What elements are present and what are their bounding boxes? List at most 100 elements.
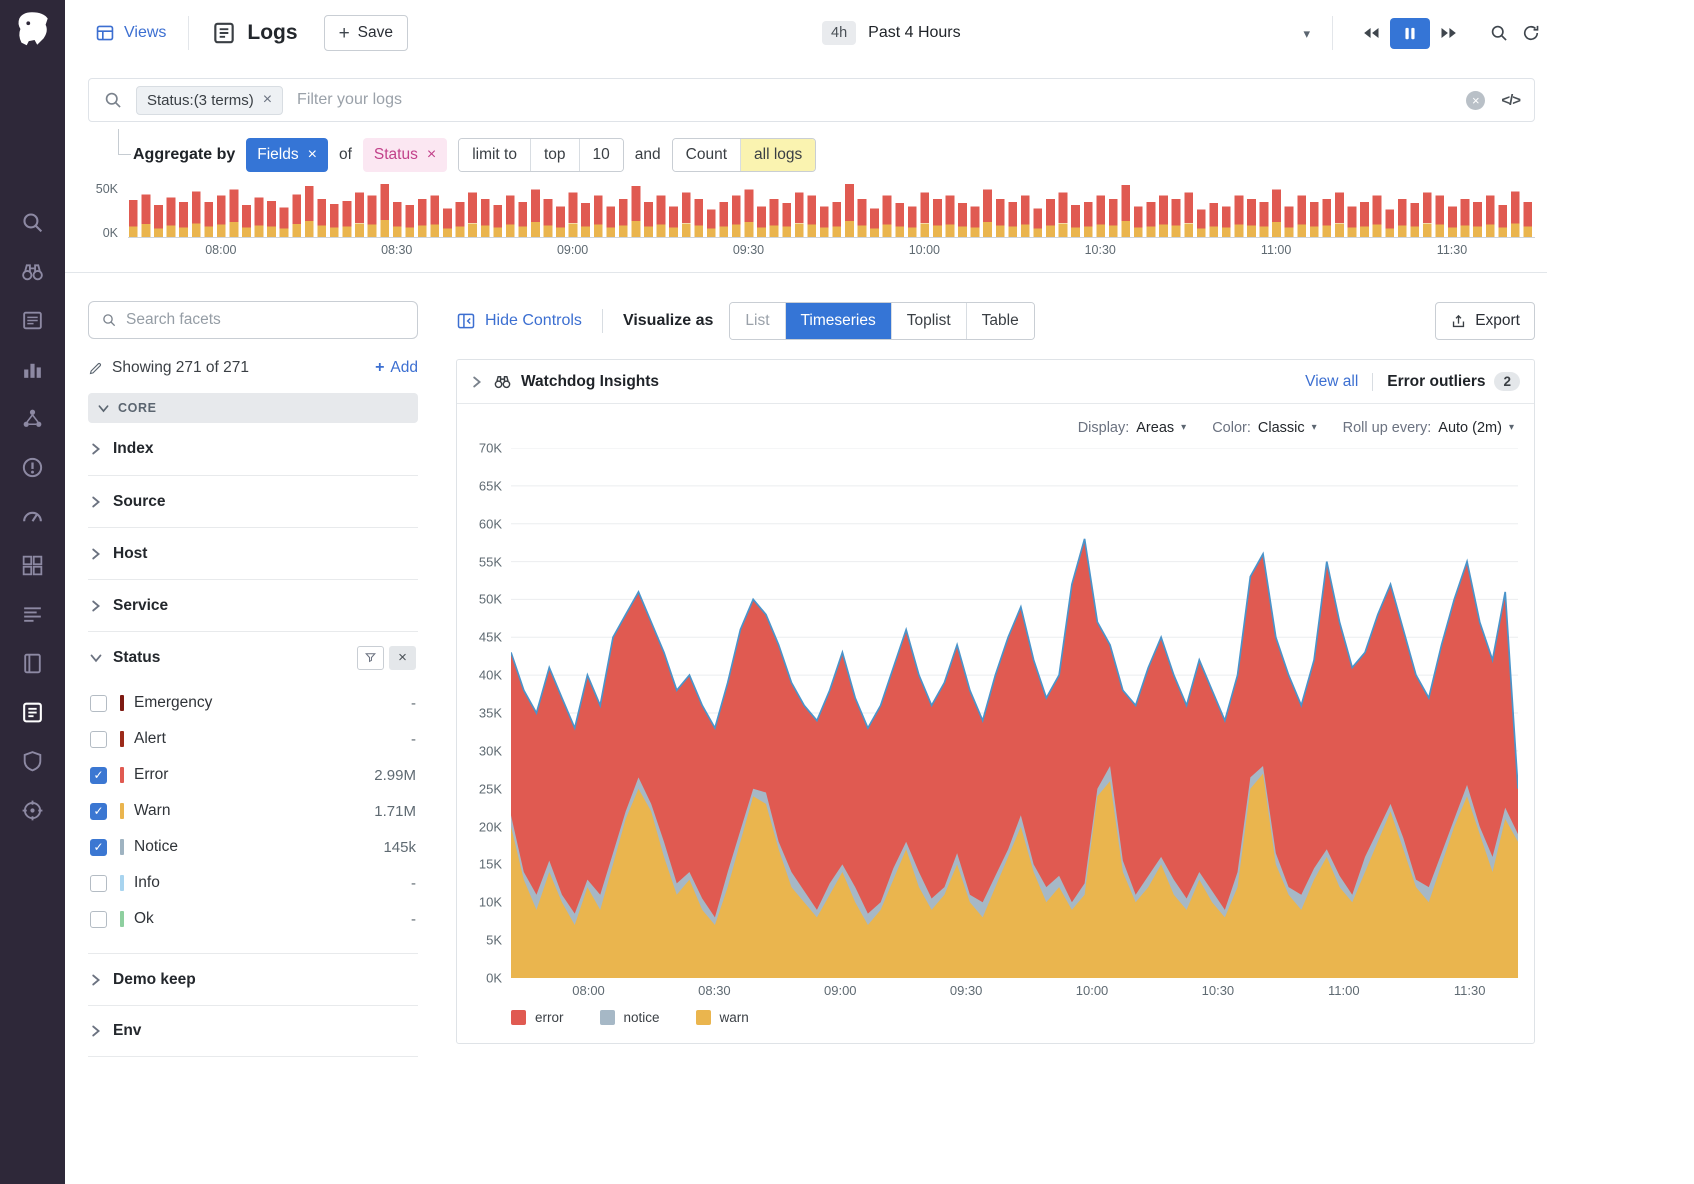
facet-group-index[interactable]: Index <box>88 423 418 475</box>
app: Views Logs + Save 4h Past 4 Hours ▾ <box>0 0 1694 1184</box>
search-filter-pill[interactable]: Status:(3 terms) × <box>136 86 283 115</box>
remove-fields-icon[interactable]: × <box>308 147 317 163</box>
watchdog-insights-bar[interactable]: Watchdog Insights View all Error outlier… <box>457 360 1534 404</box>
plus-icon: + <box>375 359 384 377</box>
sidebar-watchdog-button[interactable] <box>20 259 45 284</box>
facet-search-input[interactable] <box>126 311 405 329</box>
sidebar-service-map-button[interactable] <box>20 406 45 431</box>
facet-group-status[interactable]: Status × <box>88 631 418 683</box>
facet-value-info[interactable]: Info- <box>90 865 416 901</box>
sidebar-metrics-button[interactable] <box>20 357 45 382</box>
facet-clear-button[interactable]: × <box>389 646 416 670</box>
histogram-plot[interactable] <box>128 184 1535 238</box>
sidebar-log-stream-button[interactable] <box>20 308 45 333</box>
remove-facet-icon[interactable]: × <box>427 147 436 163</box>
sidebar-notebooks-button[interactable] <box>20 651 45 676</box>
sidebar-security-button[interactable] <box>20 749 45 774</box>
viz-option-list[interactable]: List <box>730 303 784 339</box>
facet-group-env[interactable]: Env <box>88 1005 418 1057</box>
global-nav-sidebar <box>0 0 65 1184</box>
facet-value-notice[interactable]: ✓Notice145k <box>90 829 416 865</box>
sidebar-logs-button[interactable] <box>20 700 45 725</box>
facet-value-error[interactable]: ✓Error2.99M <box>90 757 416 793</box>
log-volume-histogram: 50K 0K 08:0008:3009:0009:3010:0010:3011:… <box>88 184 1535 258</box>
core-section-header[interactable]: CORE <box>88 393 418 423</box>
count-select[interactable]: Count <box>673 139 740 171</box>
zoom-button[interactable] <box>1483 19 1515 47</box>
scope-select[interactable]: all logs <box>740 139 815 171</box>
view-all-link[interactable]: View all <box>1305 373 1358 391</box>
status-label: Error <box>134 766 168 784</box>
refresh-button[interactable] <box>1515 19 1547 47</box>
pencil-icon[interactable] <box>88 361 103 376</box>
hide-controls-button[interactable]: Hide Controls <box>456 311 582 331</box>
search-input[interactable] <box>297 91 1466 109</box>
facet-group-host[interactable]: Host <box>88 527 418 579</box>
pause-button[interactable] <box>1390 18 1430 49</box>
status-color-bar <box>120 875 124 891</box>
code-view-toggle[interactable]: </> <box>1501 92 1520 109</box>
viz-option-toplist[interactable]: Toplist <box>891 303 966 339</box>
aggregate-fields-button[interactable]: Fields × <box>246 138 328 172</box>
facet-group-service[interactable]: Service <box>88 579 418 631</box>
checkbox-alert[interactable] <box>90 731 107 748</box>
sidebar-search-button[interactable] <box>20 210 45 235</box>
facet-group-label: Service <box>113 597 168 615</box>
facet-filter-button[interactable] <box>357 646 384 670</box>
checkbox-error[interactable]: ✓ <box>90 767 107 784</box>
legend-error[interactable]: error <box>511 1010 564 1025</box>
top-select[interactable]: top <box>530 139 579 171</box>
datadog-logo-icon[interactable] <box>12 8 54 50</box>
rollup-select[interactable]: Auto (2m) <box>1438 420 1502 436</box>
sidebar-live-tail-button[interactable] <box>20 602 45 627</box>
time-range-picker[interactable]: 4h Past 4 Hours ▾ <box>822 21 1310 45</box>
facet-count-text: Showing 271 of 271 <box>112 359 249 377</box>
facet-group-source[interactable]: Source <box>88 475 418 527</box>
sidebar-error-tracking-button[interactable] <box>20 455 45 480</box>
facet-value-emergency[interactable]: Emergency- <box>90 685 416 721</box>
facet-search[interactable] <box>88 301 418 339</box>
display-select[interactable]: Areas <box>1136 420 1174 436</box>
sidebar-dashboards-button[interactable] <box>20 504 45 529</box>
facet-group-demo-keep[interactable]: Demo keep <box>88 953 418 1005</box>
add-facet-button[interactable]: + Add <box>375 359 418 377</box>
limit-to-label[interactable]: limit to <box>459 139 530 171</box>
color-select[interactable]: Classic <box>1258 420 1305 436</box>
viz-option-table[interactable]: Table <box>966 303 1034 339</box>
status-count: 145k <box>383 839 416 856</box>
top-count-select[interactable]: 10 <box>579 139 623 171</box>
chart-x-tick: 10:00 <box>1076 983 1109 998</box>
main-area: Views Logs + Save 4h Past 4 Hours ▾ <box>65 0 1547 1184</box>
sidebar-profiling-button[interactable] <box>20 798 45 823</box>
clear-search-icon[interactable]: × <box>1466 91 1485 110</box>
facet-group-label: Env <box>113 1022 141 1040</box>
views-button[interactable]: Views <box>95 23 166 43</box>
chart-plot-area[interactable] <box>511 448 1518 978</box>
fields-label: Fields <box>257 146 298 164</box>
rewind-button[interactable] <box>1355 19 1387 47</box>
checkbox-notice[interactable]: ✓ <box>90 839 107 856</box>
facet-value-ok[interactable]: Ok- <box>90 901 416 937</box>
fast-forward-button[interactable] <box>1433 19 1465 47</box>
save-button[interactable]: + Save <box>324 15 408 51</box>
status-label: Warn <box>134 802 170 820</box>
hide-controls-label: Hide Controls <box>485 312 582 330</box>
sidebar-ci-pipelines-button[interactable] <box>20 553 45 578</box>
chart-y-label: 65K <box>479 478 502 493</box>
facet-pill-status[interactable]: Status × <box>363 138 447 172</box>
legend-warn[interactable]: warn <box>696 1010 749 1025</box>
error-outliers-label[interactable]: Error outliers <box>1387 373 1485 391</box>
checkbox-warn[interactable]: ✓ <box>90 803 107 820</box>
checkbox-emergency[interactable] <box>90 695 107 712</box>
status-label: Alert <box>134 730 166 748</box>
legend-notice[interactable]: notice <box>600 1010 660 1025</box>
checkbox-ok[interactable] <box>90 911 107 928</box>
checkbox-info[interactable] <box>90 875 107 892</box>
histogram-x-tick: 08:00 <box>205 243 236 257</box>
viz-option-timeseries[interactable]: Timeseries <box>785 303 891 339</box>
facet-value-alert[interactable]: Alert- <box>90 721 416 757</box>
remove-filter-icon[interactable]: × <box>263 92 272 108</box>
chevron-down-icon <box>90 652 102 664</box>
export-button[interactable]: Export <box>1435 302 1535 340</box>
facet-value-warn[interactable]: ✓Warn1.71M <box>90 793 416 829</box>
